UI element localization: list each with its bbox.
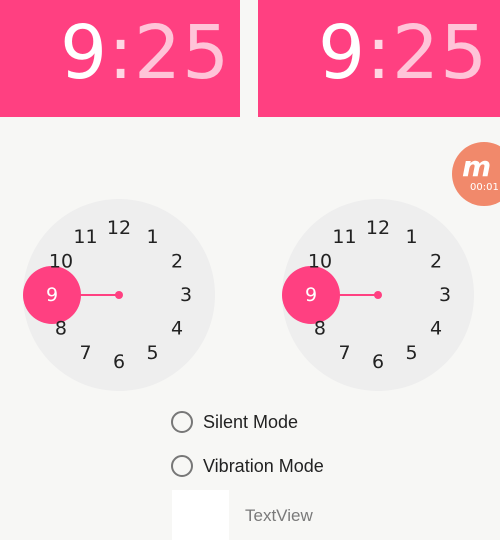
clock-number-3[interactable]: 3 [439, 284, 451, 306]
clock-number-5[interactable]: 5 [405, 342, 417, 364]
clock-number-2[interactable]: 2 [430, 251, 442, 273]
clock-number-11[interactable]: 11 [332, 226, 356, 248]
hour-picker-clock-left[interactable]: 12 12 3 45678 9 1011 [23, 199, 215, 391]
hour-text[interactable]: 9 [318, 10, 366, 96]
clock-number-2[interactable]: 2 [171, 251, 183, 273]
time-display-right[interactable]: 9:25 [318, 8, 488, 98]
silent-mode-option[interactable]: Silent Mode [171, 411, 298, 433]
clock-number-11[interactable]: 11 [73, 226, 97, 248]
clock-center-dot [115, 291, 123, 299]
vibration-mode-option[interactable]: Vibration Mode [171, 455, 324, 477]
clock-number-9[interactable]: 9 [305, 284, 317, 306]
blank-view [172, 490, 229, 540]
time-header-left[interactable]: 9:25 [0, 0, 240, 117]
clock-number-12[interactable]: 12 [366, 217, 390, 239]
time-display-left[interactable]: 9:25 [60, 8, 230, 98]
clock-number-8[interactable]: 8 [314, 318, 326, 340]
clock-number-6[interactable]: 6 [113, 351, 125, 373]
minute-text[interactable]: 25 [392, 10, 488, 96]
recorder-timer: 00:01 [470, 182, 499, 193]
clock-number-10[interactable]: 10 [308, 251, 332, 273]
silent-mode-radio[interactable] [171, 411, 193, 433]
clock-number-4[interactable]: 4 [171, 318, 183, 340]
clock-number-1[interactable]: 1 [146, 226, 158, 248]
clock-number-12[interactable]: 12 [107, 217, 131, 239]
clock-number-3[interactable]: 3 [180, 284, 192, 306]
clock-number-10[interactable]: 10 [49, 251, 73, 273]
minute-text[interactable]: 25 [134, 10, 230, 96]
clock-center-dot [374, 291, 382, 299]
recorder-logo-icon: m [462, 150, 492, 183]
clock-number-6[interactable]: 6 [372, 351, 384, 373]
silent-mode-label: Silent Mode [203, 411, 299, 432]
clock-number-8[interactable]: 8 [55, 318, 67, 340]
textview-label: TextView [245, 506, 313, 525]
hour-picker-clock-right[interactable]: 12 12 3 45678 9 1011 [282, 199, 474, 391]
time-separator: : [108, 10, 135, 96]
vibration-mode-radio[interactable] [171, 455, 193, 477]
hour-text[interactable]: 9 [60, 10, 108, 96]
vibration-mode-label: Vibration Mode [203, 455, 324, 476]
clock-number-9[interactable]: 9 [46, 284, 58, 306]
clock-number-5[interactable]: 5 [146, 342, 158, 364]
time-header-right[interactable]: 9:25 [258, 0, 500, 117]
clock-number-1[interactable]: 1 [405, 226, 417, 248]
screen-recorder-badge[interactable]: m 00:01 [452, 142, 500, 206]
clock-number-7[interactable]: 7 [338, 342, 350, 364]
time-separator: : [366, 10, 393, 96]
clock-number-4[interactable]: 4 [430, 318, 442, 340]
clock-number-7[interactable]: 7 [79, 342, 91, 364]
